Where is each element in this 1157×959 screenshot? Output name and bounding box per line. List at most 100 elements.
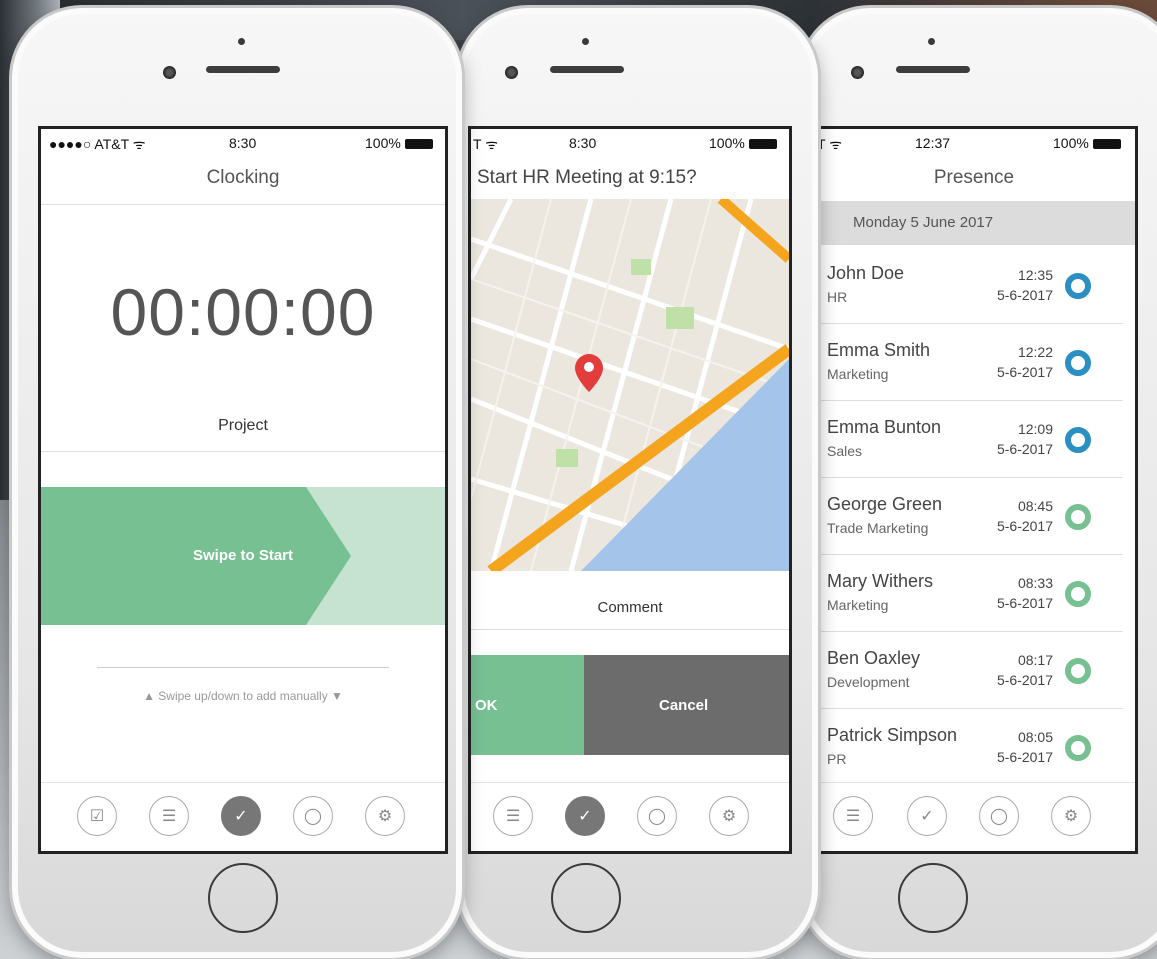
tab-tasks[interactable]: ☑: [77, 796, 117, 836]
status-indicator: [1065, 581, 1091, 607]
clock-time: 08:45: [1017, 498, 1053, 514]
clock-date: 5-6-2017: [996, 672, 1053, 688]
tab-clocking[interactable]: ✓: [221, 796, 261, 836]
clock-time: 08:17: [1017, 652, 1053, 668]
cancel-button-label: Cancel: [659, 697, 709, 714]
person-name: Patrick Simpson: [827, 725, 958, 745]
manual-hint[interactable]: ▲ Swipe up/down to add manually ▼: [41, 689, 445, 703]
person-name: John Doe: [827, 263, 905, 283]
home-button[interactable]: [208, 863, 278, 933]
map-graphic: [471, 199, 789, 571]
presence-row[interactable]: John Doe HR 12:35 5-6-2017: [813, 247, 1123, 324]
phone-meeting: T ᯤ 8:30 100% Start HR Meeting at 9:15?: [458, 8, 818, 958]
carrier-signal: T ᯤ: [817, 136, 842, 152]
clock-date: 5-6-2017: [996, 749, 1053, 765]
home-button[interactable]: [551, 863, 621, 933]
proximity-sensor: [928, 38, 935, 45]
status-bar: T ᯤ 8:30 100%: [471, 129, 789, 155]
tab-presence[interactable]: ◯: [979, 796, 1019, 836]
list-icon: ☰: [845, 808, 861, 825]
person-department: Trade Marketing: [827, 520, 929, 536]
presence-row[interactable]: Mary Withers Marketing 08:33 5-6-2017: [813, 555, 1123, 632]
status-indicator: [1065, 273, 1091, 299]
clocking-screen: ●●●●○ AT&T ᯤ 8:30 100% Clocking 00:00:00…: [38, 126, 448, 854]
status-indicator: [1065, 427, 1091, 453]
ok-button[interactable]: OK: [471, 655, 584, 755]
proximity-sensor: [582, 38, 589, 45]
page-title: Clocking: [206, 167, 280, 188]
tab-bar: ☰ ✓ ◯ ⚙: [471, 782, 789, 851]
person-department: HR: [827, 289, 848, 305]
divider: [41, 204, 445, 205]
presence-row[interactable]: Emma Smith Marketing 12:22 5-6-2017: [813, 324, 1123, 401]
tab-bar: ☑ ☰ ✓ ◯ ⚙: [41, 782, 445, 851]
person-name: Emma Bunton: [827, 417, 942, 437]
person-department: Marketing: [827, 366, 889, 382]
clock-date: 5-6-2017: [996, 441, 1053, 457]
presence-row[interactable]: George Green Trade Marketing 08:45 5-6-2017: [813, 478, 1123, 555]
clock-icon: ✓: [578, 808, 592, 825]
clock-icon: ✓: [234, 808, 248, 825]
ok-button-label: OK: [475, 697, 498, 714]
carrier-signal: T ᯤ: [473, 136, 498, 152]
person-department: Marketing: [827, 597, 889, 613]
page-title: Start HR Meeting at 9:15?: [477, 167, 697, 188]
tab-presence[interactable]: ◯: [637, 796, 677, 836]
tab-settings[interactable]: ⚙: [1051, 796, 1091, 836]
home-button[interactable]: [898, 863, 968, 933]
clock-time: 12:35: [1017, 267, 1053, 283]
swipe-label: Swipe to Start: [192, 547, 293, 564]
presence-row[interactable]: Patrick Simpson PR 08:05 5-6-2017: [813, 709, 1123, 786]
battery-percent: 100%: [709, 135, 745, 151]
list-icon: ☰: [505, 808, 521, 825]
swipe-to-start-slider[interactable]: Swipe to Start: [41, 487, 445, 625]
divider: [97, 667, 389, 668]
tab-bar: ☰ ✓ ◯ ⚙: [813, 782, 1135, 851]
map-view[interactable]: [471, 199, 789, 571]
person-icon: ◯: [304, 808, 322, 825]
battery-icon: [1092, 139, 1121, 150]
front-camera: [851, 66, 864, 79]
tab-settings[interactable]: ⚙: [709, 796, 749, 836]
clock-time: 12:09: [1017, 421, 1053, 437]
person-name: George Green: [827, 494, 943, 514]
battery-percent: 100%: [1053, 135, 1089, 151]
presence-row[interactable]: Emma Bunton Sales 12:09 5-6-2017: [813, 401, 1123, 478]
tab-clocking[interactable]: ✓: [565, 796, 605, 836]
status-time: 8:30: [229, 135, 257, 151]
timer-display: 00:00:00: [110, 275, 376, 349]
person-name: Mary Withers: [827, 571, 934, 591]
tab-clocking[interactable]: ✓: [907, 796, 947, 836]
person-department: PR: [827, 751, 847, 767]
front-camera: [163, 66, 176, 79]
tab-presence[interactable]: ◯: [293, 796, 333, 836]
clock-time: 08:05: [1017, 729, 1053, 745]
status-indicator: [1065, 735, 1091, 761]
tab-list[interactable]: ☰: [149, 796, 189, 836]
cancel-button[interactable]: Cancel: [584, 655, 789, 755]
clock-date: 5-6-2017: [996, 518, 1053, 534]
divider: [41, 451, 445, 452]
status-indicator: [1065, 350, 1091, 376]
tab-list[interactable]: ☰: [493, 796, 533, 836]
clock-time: 08:33: [1017, 575, 1053, 591]
divider: [471, 629, 789, 630]
settings-icon: ⚙: [721, 808, 737, 825]
tab-settings[interactable]: ⚙: [365, 796, 405, 836]
person-name: Ben Oaxley: [827, 648, 921, 668]
battery-percent: 100%: [365, 135, 401, 151]
proximity-sensor: [238, 38, 245, 45]
list-icon: ☰: [161, 808, 177, 825]
tab-list[interactable]: ☰: [833, 796, 873, 836]
clock-date: 5-6-2017: [996, 595, 1053, 611]
tasks-icon: ☑: [89, 808, 105, 825]
presence-row[interactable]: Ben Oaxley Development 08:17 5-6-2017: [813, 632, 1123, 709]
comment-label[interactable]: Comment: [471, 599, 789, 616]
earpiece-speaker: [206, 66, 280, 73]
clock-icon: ✓: [920, 808, 934, 825]
person-name: Emma Smith: [827, 340, 931, 360]
earpiece-speaker: [550, 66, 624, 73]
clock-time: 12:22: [1017, 344, 1053, 360]
project-label[interactable]: Project: [41, 417, 445, 435]
status-time: 12:37: [915, 135, 951, 151]
